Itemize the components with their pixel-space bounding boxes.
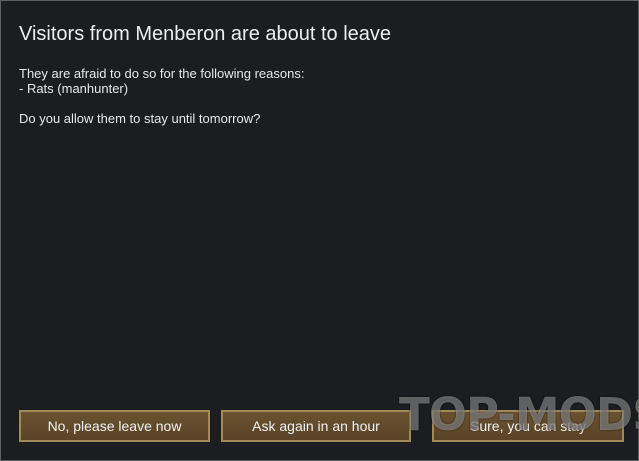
allow-stay-button[interactable]: Sure, you can stay xyxy=(432,410,624,442)
reasons-intro: They are afraid to do so for the followi… xyxy=(19,66,305,81)
dialog-body: They are afraid to do so for the followi… xyxy=(19,66,304,126)
ask-again-button[interactable]: Ask again in an hour xyxy=(221,410,411,442)
stay-question: Do you allow them to stay until tomorrow… xyxy=(19,111,261,126)
dialog-title: Visitors from Menberon are about to leav… xyxy=(19,23,392,45)
leave-now-button[interactable]: No, please leave now xyxy=(19,410,210,442)
reason-item: - Rats (manhunter) xyxy=(19,81,129,96)
visitors-dialog: Visitors from Menberon are about to leav… xyxy=(0,0,639,461)
